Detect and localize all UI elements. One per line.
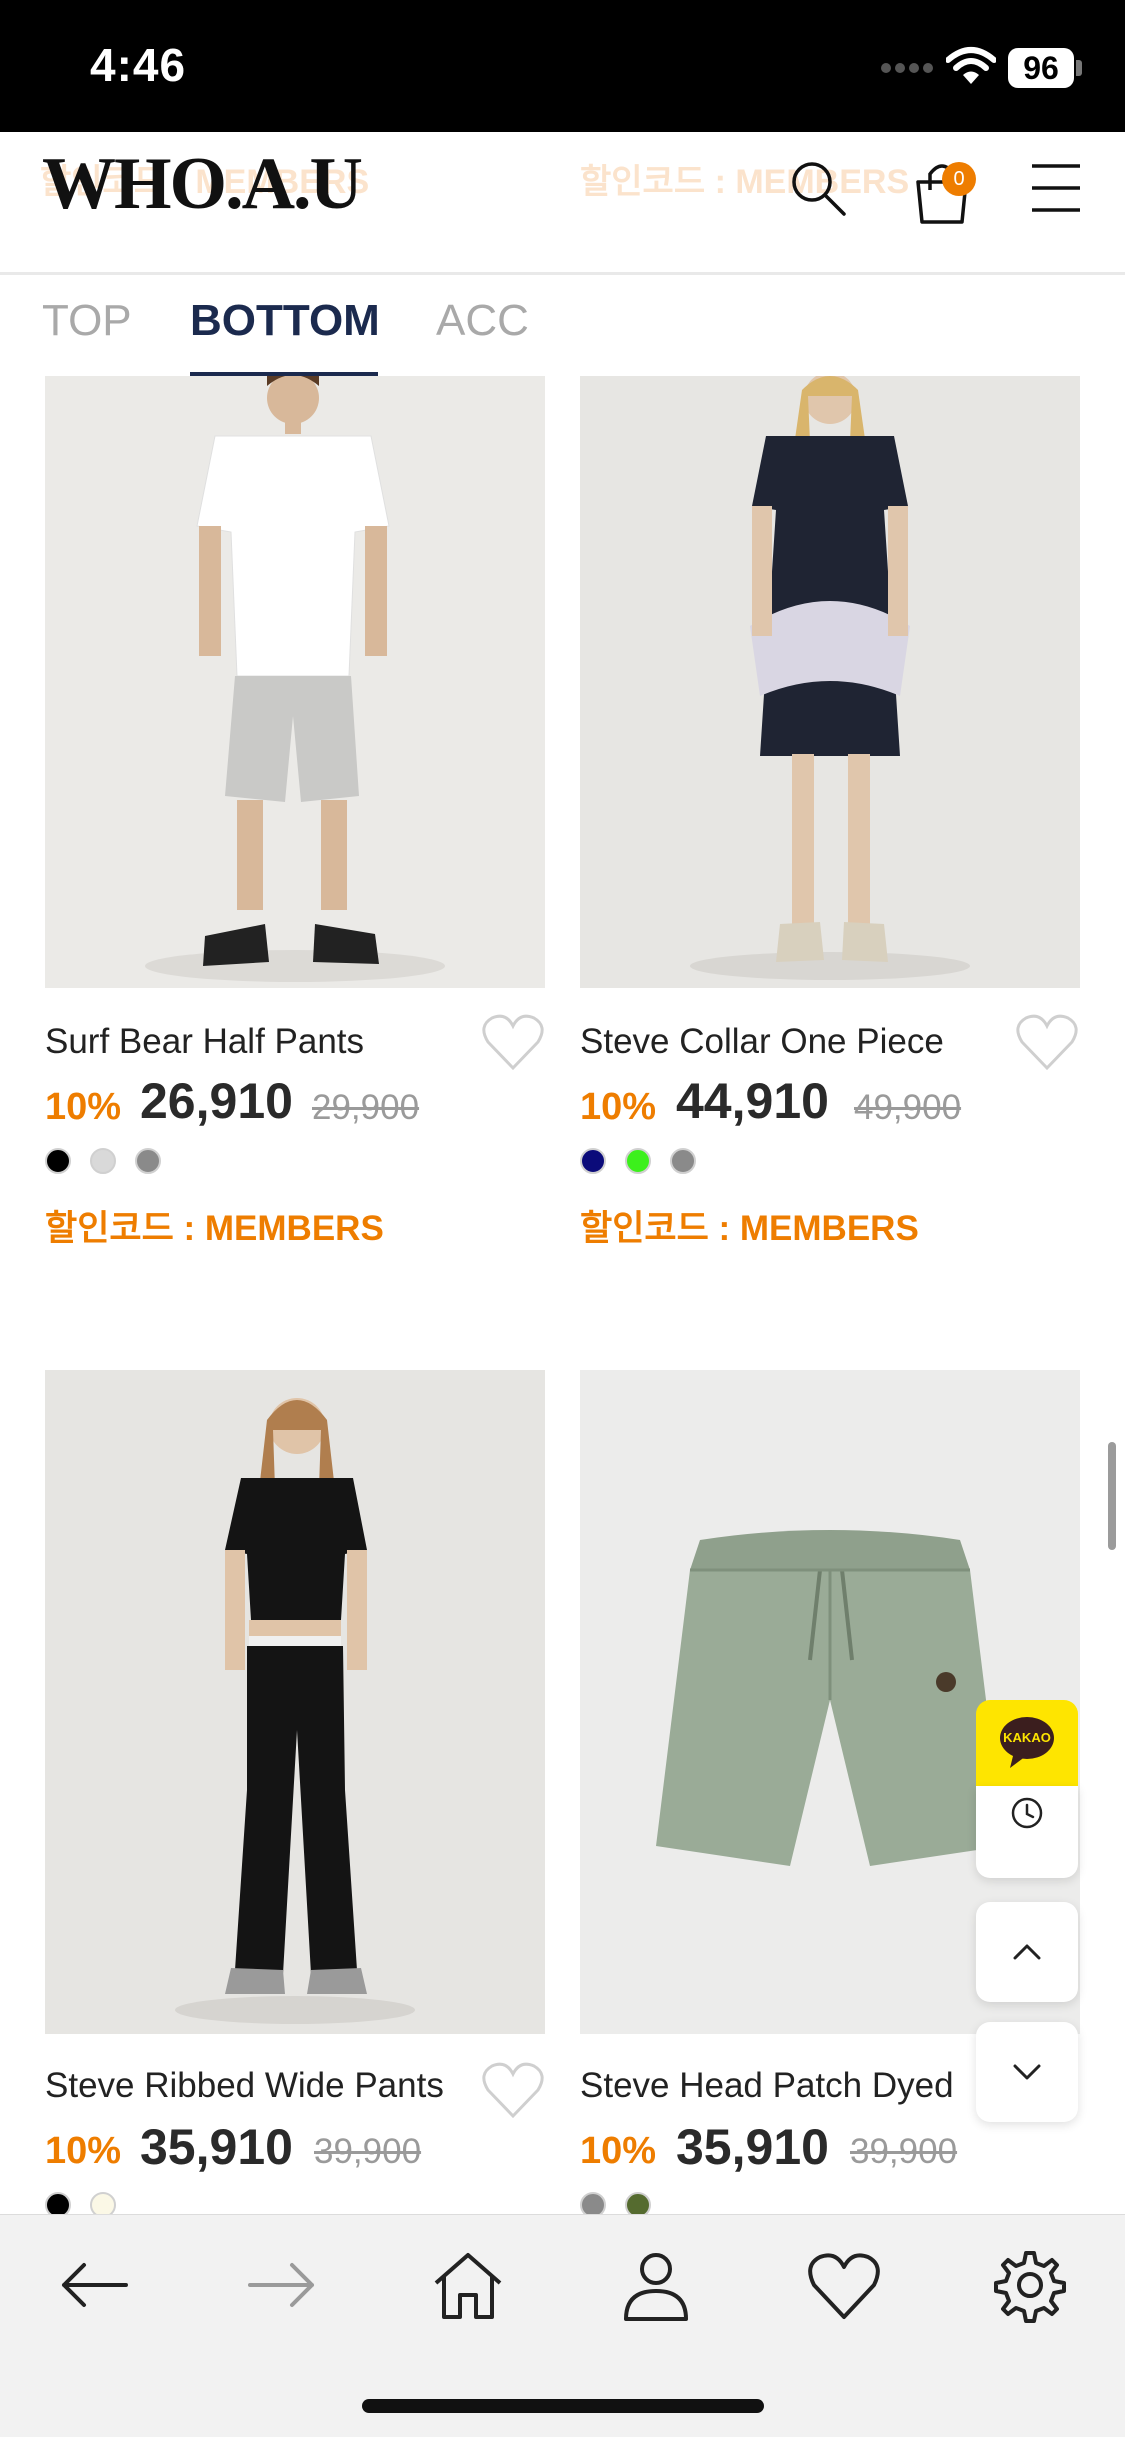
- scrolled-promo-text: 할인코드 : MEMBERS: [580, 163, 910, 201]
- battery-indicator: 96: [1008, 48, 1074, 88]
- clock-icon: [1011, 1797, 1043, 1829]
- color-swatch[interactable]: [45, 1148, 71, 1174]
- discount-rate: 10%: [45, 1086, 122, 1128]
- original-price: 49,900: [854, 1088, 962, 1127]
- model-photo-illustration: [45, 376, 545, 988]
- product-image[interactable]: [580, 376, 1080, 988]
- original-price: 29,900: [312, 1088, 420, 1127]
- brand-logo[interactable]: WHO.A.U: [42, 142, 363, 227]
- color-swatch[interactable]: [135, 1148, 161, 1174]
- sale-price: 44,910: [676, 1073, 829, 1129]
- site-header: 할인코드 : MEMBERS 할인코드 : MEMBERS WHO.A.U 0: [0, 132, 1125, 275]
- recent-viewed-button[interactable]: [976, 1786, 1078, 1878]
- forward-arrow-icon[interactable]: [242, 2245, 322, 2325]
- original-price: 39,900: [314, 2132, 422, 2171]
- scrollbar-thumb[interactable]: [1108, 1442, 1116, 1550]
- chevron-up-icon: [1013, 1944, 1041, 1960]
- model-photo-illustration: [580, 376, 1080, 988]
- wishlist-heart-icon[interactable]: [480, 1012, 546, 1072]
- kakao-label: KAKAO: [1003, 1730, 1051, 1745]
- color-swatch[interactable]: [625, 1148, 651, 1174]
- hamburger-menu-icon[interactable]: [1030, 160, 1082, 216]
- model-photo-illustration: [45, 1370, 545, 2034]
- original-price: 39,900: [850, 2132, 958, 2171]
- home-indicator: [362, 2399, 764, 2413]
- scroll-to-bottom-button[interactable]: [976, 2022, 1078, 2122]
- chevron-down-icon: [1013, 2064, 1041, 2080]
- status-bar: 4:46 96: [0, 0, 1125, 132]
- sale-price: 35,910: [676, 2119, 829, 2175]
- product-image[interactable]: [45, 1370, 545, 2034]
- scroll-to-top-button[interactable]: [976, 1902, 1078, 2002]
- wishlist-heart-icon[interactable]: [1014, 1012, 1080, 1072]
- color-swatch[interactable]: [90, 1148, 116, 1174]
- tab-top[interactable]: TOP: [42, 296, 132, 346]
- promo-code-text: 할인코드 : MEMBERS: [45, 1209, 384, 1248]
- status-time: 4:46: [90, 39, 187, 91]
- heart-icon[interactable]: [804, 2245, 884, 2325]
- discount-rate: 10%: [45, 2130, 122, 2172]
- sale-price: 35,910: [140, 2119, 293, 2175]
- promo-code-text: 할인코드 : MEMBERS: [580, 1209, 919, 1248]
- search-icon[interactable]: [788, 158, 848, 218]
- discount-rate: 10%: [580, 1086, 657, 1128]
- product-name[interactable]: Steve Ribbed Wide Pants: [45, 2066, 444, 2106]
- kakao-chat-button[interactable]: KAKAO: [976, 1700, 1078, 1786]
- tab-bottom[interactable]: BOTTOM: [190, 296, 380, 346]
- home-icon[interactable]: [428, 2245, 508, 2325]
- cellular-signal-icon: [881, 63, 933, 73]
- gear-icon[interactable]: [990, 2245, 1070, 2325]
- browser-bottom-bar: [0, 2214, 1125, 2437]
- discount-rate: 10%: [580, 2130, 657, 2172]
- product-name[interactable]: Steve Collar One Piece: [580, 1022, 944, 1062]
- product-name[interactable]: Steve Head Patch Dyed: [580, 2066, 954, 2106]
- color-swatch[interactable]: [580, 1148, 606, 1174]
- tab-acc[interactable]: ACC: [436, 296, 529, 346]
- cart-count-badge: 0: [942, 162, 976, 196]
- wifi-icon: [946, 47, 996, 84]
- product-name[interactable]: Surf Bear Half Pants: [45, 1022, 364, 1062]
- battery-tip: [1076, 60, 1082, 76]
- color-swatch[interactable]: [670, 1148, 696, 1174]
- user-icon[interactable]: [616, 2245, 696, 2325]
- back-arrow-icon[interactable]: [54, 2245, 134, 2325]
- wishlist-heart-icon[interactable]: [480, 2060, 546, 2120]
- product-image[interactable]: [45, 376, 545, 988]
- sale-price: 26,910: [140, 1073, 293, 1129]
